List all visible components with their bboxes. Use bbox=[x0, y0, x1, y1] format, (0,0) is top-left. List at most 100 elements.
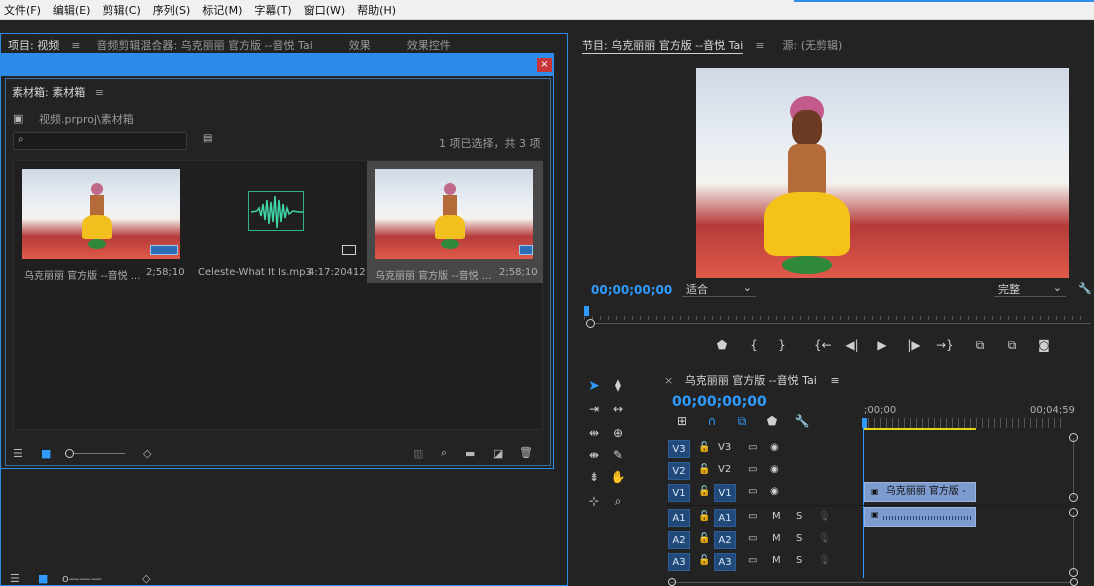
solo-button[interactable]: S bbox=[796, 533, 802, 544]
zoom-tool-icon[interactable]: ⌕ bbox=[610, 494, 626, 509]
new-bin-icon[interactable]: ▬ bbox=[465, 447, 475, 460]
sort-icon[interactable]: ◇ bbox=[142, 572, 150, 585]
video-scroll-handle-bottom[interactable] bbox=[1069, 493, 1078, 502]
audio-scrollbar[interactable] bbox=[1073, 512, 1074, 572]
mic-icon[interactable]: 🎙 bbox=[818, 555, 831, 566]
timeline-playhead-handle[interactable] bbox=[862, 418, 867, 428]
zoom-slider[interactable] bbox=[65, 453, 125, 454]
tab-menu-icon[interactable]: ≡ bbox=[71, 39, 80, 52]
menu-file[interactable]: 文件(F) bbox=[4, 2, 41, 18]
trash-icon[interactable]: 🗑 bbox=[519, 446, 533, 459]
rolling-edit-tool-icon[interactable]: ⇹ bbox=[586, 426, 602, 440]
track-target-v2[interactable]: V2 bbox=[718, 464, 731, 475]
program-timecode[interactable]: 00;00;00;00 bbox=[591, 283, 672, 297]
folder-up-icon[interactable]: ▣ bbox=[13, 112, 23, 125]
video-clip[interactable]: ▣ 乌克丽丽 官方版 - bbox=[864, 482, 976, 502]
menu-window[interactable]: 窗口(W) bbox=[304, 2, 345, 18]
icon-view-icon[interactable]: ■ bbox=[38, 572, 48, 585]
eye-icon[interactable]: ◉ bbox=[770, 442, 779, 453]
sort-icon[interactable]: ◇ bbox=[143, 447, 151, 460]
lock-icon[interactable]: 🔓 bbox=[698, 442, 710, 453]
close-tab-icon[interactable]: × bbox=[664, 374, 673, 387]
go-to-out-icon[interactable]: →} bbox=[936, 338, 954, 352]
menu-marker[interactable]: 标记(M) bbox=[202, 2, 242, 18]
work-area-bar[interactable] bbox=[864, 428, 976, 430]
audio-scroll-handle-top[interactable] bbox=[1069, 508, 1078, 517]
quality-select[interactable]: 完整 ⌄ bbox=[994, 281, 1066, 297]
track-target-v1[interactable]: V1 bbox=[714, 484, 736, 502]
mic-icon[interactable]: 🎙 bbox=[818, 511, 831, 522]
timeline-tab[interactable]: 乌克丽丽 官方版 --音悦 Tai bbox=[685, 374, 817, 387]
mark-out-icon[interactable]: } bbox=[774, 338, 790, 352]
solo-button[interactable]: S bbox=[796, 555, 802, 566]
list-view-icon[interactable]: ☰ bbox=[10, 572, 20, 585]
play-icon[interactable]: ▶ bbox=[874, 338, 890, 352]
mute-button[interactable]: M bbox=[772, 533, 781, 544]
zoom-slider-icon[interactable]: o——— bbox=[62, 572, 102, 585]
timeline-settings-icon[interactable]: 🔧 bbox=[794, 414, 810, 428]
mute-button[interactable]: M bbox=[772, 511, 781, 522]
ripple-edit-tool-icon[interactable]: ⇥ bbox=[586, 402, 602, 416]
list-view-icon[interactable]: ☰ bbox=[13, 447, 23, 460]
sync-lock-icon[interactable]: ▭ bbox=[748, 533, 757, 544]
linked-selection-icon[interactable]: ⧉ bbox=[734, 414, 750, 429]
program-tab-menu-icon[interactable]: ≡ bbox=[755, 39, 764, 52]
selection-tool-icon[interactable]: ➤ bbox=[586, 378, 602, 394]
video-scroll-handle-top[interactable] bbox=[1069, 433, 1078, 442]
pen-tool-icon[interactable]: ✎ bbox=[610, 448, 626, 462]
wrench-icon[interactable]: 🔧 bbox=[1078, 282, 1092, 295]
bin-item-audio[interactable]: Celeste-What It Is.mp3 4:17:20412 bbox=[190, 161, 366, 283]
source-patch-v2[interactable]: V2 bbox=[668, 462, 690, 480]
program-playhead[interactable] bbox=[584, 306, 589, 316]
new-search-bin-icon[interactable]: ▤ bbox=[203, 133, 212, 144]
bin-item-sequence[interactable]: 乌克丽丽 官方版 --音悦 ... 2;58;10 bbox=[367, 161, 543, 283]
go-to-in-icon[interactable]: {← bbox=[814, 338, 832, 352]
track-target-a3[interactable]: A3 bbox=[714, 553, 736, 571]
timeline-tab-menu-icon[interactable]: ≡ bbox=[830, 374, 839, 387]
program-scroll-handle[interactable] bbox=[586, 319, 595, 328]
menu-clip[interactable]: 剪辑(C) bbox=[102, 2, 140, 18]
track-target-a2[interactable]: A2 bbox=[714, 531, 736, 549]
solo-button[interactable]: S bbox=[796, 511, 802, 522]
program-scroll-track[interactable] bbox=[588, 323, 1090, 324]
automate-icon[interactable]: ▥ bbox=[413, 447, 423, 460]
timeline-timecode[interactable]: 00;00;00;00 bbox=[672, 394, 767, 410]
lock-icon[interactable]: 🔓 bbox=[698, 533, 710, 544]
rate-stretch-tool-icon[interactable]: ↔ bbox=[610, 402, 626, 416]
tab-effect-controls[interactable]: 效果控件 bbox=[407, 37, 451, 53]
new-item-icon[interactable]: ◪ bbox=[493, 447, 503, 460]
slide-tool-icon[interactable]: ⇟ bbox=[586, 470, 602, 484]
close-button[interactable]: × bbox=[537, 58, 552, 72]
step-forward-icon[interactable]: |▶ bbox=[906, 338, 922, 352]
menu-help[interactable]: 帮助(H) bbox=[357, 2, 396, 18]
eye-icon[interactable]: ◉ bbox=[770, 486, 779, 497]
audio-scroll-handle-bottom[interactable] bbox=[1069, 568, 1078, 577]
extract-icon[interactable]: ⧉ bbox=[1004, 338, 1020, 353]
tab-source[interactable]: 源: (无剪辑) bbox=[783, 37, 843, 53]
lock-icon[interactable]: 🔓 bbox=[698, 486, 710, 497]
h-scroll-handle-left[interactable] bbox=[668, 578, 676, 586]
add-marker-icon[interactable]: ⬟ bbox=[764, 414, 780, 428]
source-patch-v3[interactable]: V3 bbox=[668, 440, 690, 458]
tab-program[interactable]: 节目: 乌克丽丽 官方版 --音悦 Tai bbox=[582, 37, 744, 54]
sync-lock-icon[interactable]: ▭ bbox=[748, 555, 757, 566]
sync-lock-icon[interactable]: ▭ bbox=[748, 486, 757, 497]
video-scrollbar[interactable] bbox=[1073, 438, 1074, 498]
razor-tool-icon[interactable]: ⊕ bbox=[610, 426, 626, 440]
find-icon[interactable]: ⌕ bbox=[441, 446, 447, 460]
hand-tool-icon[interactable]: ✋ bbox=[610, 470, 626, 484]
lock-icon[interactable]: 🔓 bbox=[698, 511, 710, 522]
tab-project[interactable]: 项目: 视频 bbox=[8, 37, 60, 54]
zoom-out-tool-icon[interactable]: ⊹ bbox=[586, 494, 602, 508]
sync-lock-icon[interactable]: ▭ bbox=[748, 511, 757, 522]
lift-icon[interactable]: ⧉ bbox=[972, 338, 988, 353]
lock-icon[interactable]: 🔓 bbox=[698, 555, 710, 566]
source-patch-a1[interactable]: A1 bbox=[668, 509, 690, 527]
add-marker-icon[interactable]: ⬟ bbox=[714, 338, 730, 352]
menu-edit[interactable]: 编辑(E) bbox=[53, 2, 91, 18]
tab-effects[interactable]: 效果 bbox=[349, 37, 371, 53]
bin-tab[interactable]: 素材箱: 素材箱 ≡ bbox=[12, 84, 104, 100]
menu-sequence[interactable]: 序列(S) bbox=[153, 2, 191, 18]
bin-tab-menu-icon[interactable]: ≡ bbox=[95, 86, 104, 99]
track-target-v3[interactable]: V3 bbox=[718, 442, 731, 453]
